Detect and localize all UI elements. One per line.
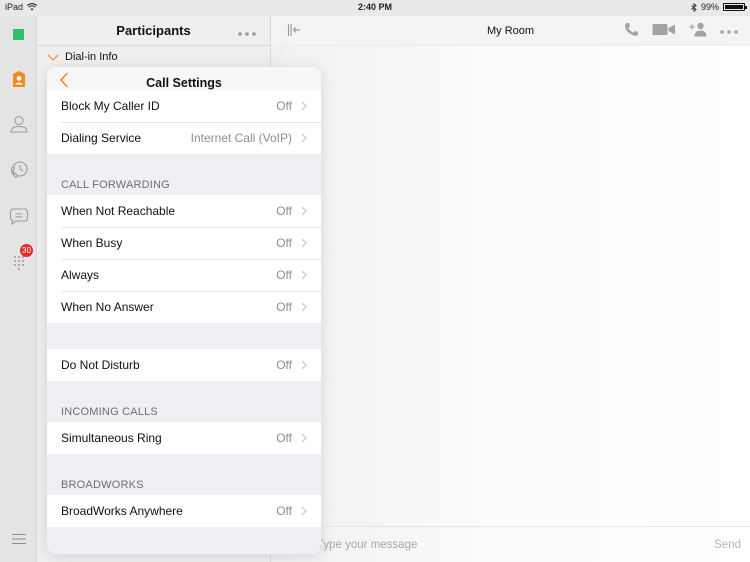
chevron-right-icon <box>301 302 307 312</box>
room-more-button[interactable] <box>720 25 738 37</box>
row-value: Off <box>276 504 292 518</box>
rail-item-people[interactable] <box>8 113 29 134</box>
back-button[interactable] <box>59 72 75 92</box>
broadworks-anywhere-row[interactable]: BroadWorks Anywhere Off <box>47 495 321 527</box>
hamburger-icon <box>11 533 26 544</box>
call-settings-popover: Call Settings Block My Caller ID Off Dia… <box>47 67 321 554</box>
row-label: When No Answer <box>61 300 154 314</box>
menu-button[interactable] <box>8 528 29 549</box>
row-value: Off <box>276 204 292 218</box>
battery-icon <box>723 3 747 11</box>
dial-in-info-label: Dial-in Info <box>65 51 118 63</box>
row-label: When Busy <box>61 236 123 250</box>
collapse-sidebar-button[interactable] <box>287 23 301 40</box>
incoming-calls-group: Simultaneous Ring Off <box>47 422 321 454</box>
room-header: My Room <box>271 16 750 46</box>
collapse-sidebar-icon <box>287 24 300 36</box>
dialing-service-row[interactable]: Dialing Service Internet Call (VoIP) <box>47 122 321 154</box>
presence-square-icon <box>13 29 24 40</box>
message-input[interactable] <box>317 538 617 551</box>
room-actions <box>624 22 738 40</box>
row-label: Do Not Disturb <box>61 358 140 372</box>
simultaneous-ring-row[interactable]: Simultaneous Ring Off <box>47 422 321 454</box>
presence-status[interactable] <box>8 24 29 45</box>
broadworks-header: BROADWORKS <box>61 479 144 491</box>
chevron-right-icon <box>301 360 307 370</box>
participants-more-button[interactable] <box>238 23 256 39</box>
phone-icon <box>625 23 638 36</box>
more-icon <box>720 30 738 34</box>
call-history-icon <box>10 160 28 178</box>
forward-when-not-reachable-row[interactable]: When Not Reachable Off <box>47 195 321 227</box>
row-label: Always <box>61 268 100 282</box>
chevron-right-icon <box>301 238 307 248</box>
video-camera-icon <box>652 24 675 35</box>
chat-bubble-icon <box>9 207 28 225</box>
chevron-right-icon <box>301 206 307 216</box>
row-value: Off <box>276 358 292 372</box>
row-value: Off <box>276 431 292 445</box>
block-caller-id-row[interactable]: Block My Caller ID Off <box>47 90 321 122</box>
status-bar: iPad 2:40 PM 99% <box>0 0 750 16</box>
chevron-right-icon <box>301 506 307 516</box>
row-value: Internet Call (VoIP) <box>190 131 292 145</box>
unread-badge: 30 <box>20 244 33 257</box>
row-value: Off <box>276 300 292 314</box>
rail-item-messages[interactable] <box>8 205 29 226</box>
broadworks-group: BroadWorks Anywhere Off <box>47 495 321 527</box>
chevron-right-icon <box>301 101 307 111</box>
chevron-right-icon <box>301 270 307 280</box>
clock: 2:40 PM <box>357 2 392 12</box>
row-label: When Not Reachable <box>61 204 176 218</box>
contact-card-icon <box>12 70 25 87</box>
popover-arrow <box>37 536 47 550</box>
chevron-right-icon <box>301 433 307 443</box>
video-call-button[interactable] <box>652 23 676 39</box>
more-icon <box>238 32 256 36</box>
forward-when-no-answer-row[interactable]: When No Answer Off <box>47 291 321 323</box>
add-person-icon <box>689 22 707 37</box>
row-value: Off <box>276 268 292 282</box>
incoming-calls-header: INCOMING CALLS <box>61 406 158 418</box>
chevron-right-icon <box>301 133 307 143</box>
row-value: Off <box>276 99 292 113</box>
call-settings-title: Call Settings <box>146 75 222 90</box>
send-button[interactable]: Send <box>714 539 741 551</box>
rail-item-call-history[interactable] <box>8 159 29 180</box>
chevron-left-icon <box>59 72 69 88</box>
participants-title: Participants <box>116 23 191 38</box>
row-label: BroadWorks Anywhere <box>61 504 183 518</box>
forward-always-row[interactable]: Always Off <box>47 259 321 291</box>
dial-in-info-toggle[interactable]: Dial-in Info <box>37 46 270 68</box>
room-title: My Room <box>486 24 535 37</box>
participants-header: Participants <box>37 16 270 46</box>
row-label: Simultaneous Ring <box>61 431 162 445</box>
do-not-disturb-row[interactable]: Do Not Disturb Off <box>47 349 321 381</box>
row-label: Dialing Service <box>61 131 142 145</box>
person-icon <box>9 115 28 133</box>
navigation-rail: 30 <box>0 16 37 562</box>
settings-list[interactable]: Block My Caller ID Off Dialing Service I… <box>47 90 321 527</box>
row-label: Block My Caller ID <box>61 99 160 113</box>
do-not-disturb-group: Do Not Disturb Off <box>47 349 321 381</box>
add-participant-button[interactable] <box>689 22 707 40</box>
chevron-down-icon <box>47 54 59 61</box>
battery-percent: 99% <box>700 2 719 12</box>
room-panel: My Room Send <box>271 16 750 562</box>
rail-item-contacts[interactable] <box>8 68 29 89</box>
message-composer: Send <box>271 526 750 562</box>
forward-when-busy-row[interactable]: When Busy Off <box>47 227 321 259</box>
call-forwarding-header: CALL FORWARDING <box>61 179 170 191</box>
battery-fill <box>725 5 743 9</box>
audio-call-button[interactable] <box>624 22 639 40</box>
call-forwarding-group: When Not Reachable Off When Busy Off Alw… <box>47 195 321 323</box>
general-group: Block My Caller ID Off Dialing Service I… <box>47 90 321 154</box>
row-value: Off <box>276 236 292 250</box>
bluetooth-icon <box>691 2 697 12</box>
